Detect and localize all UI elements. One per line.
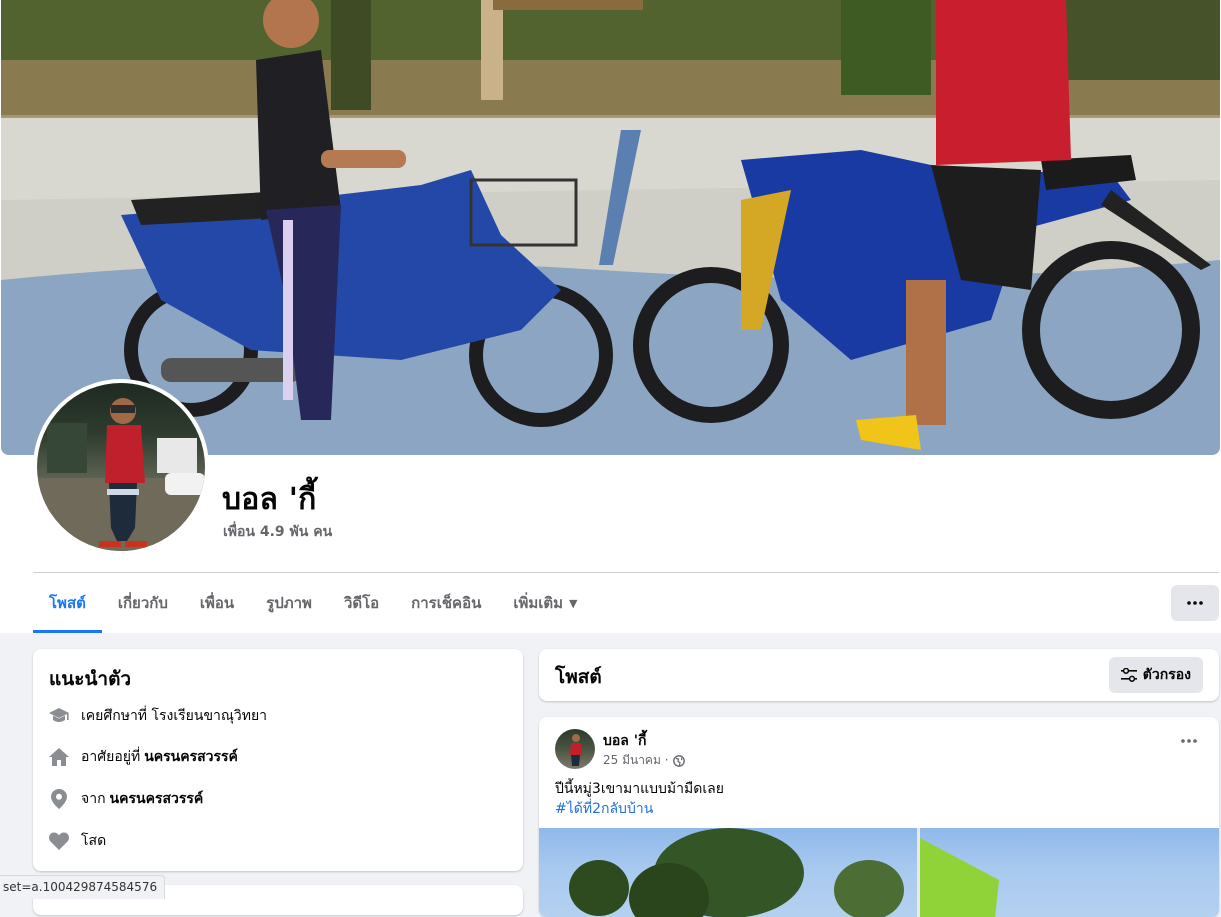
more-options-button[interactable] [1171, 585, 1219, 621]
tab-checkins[interactable]: การเช็คอิน [395, 573, 497, 633]
profile-name: บอล 'กี้ [222, 482, 317, 517]
friends-count[interactable]: เพื่อน 4.9 พัน คน [223, 521, 332, 543]
profile-avatar[interactable] [33, 379, 209, 555]
profile-tabs: โพสต์ เกี่ยวกับ เพื่อน รูปภาพ วิดีโอ การ… [33, 573, 593, 633]
intro-card: แนะนำตัว เคยศึกษาที่ โรงเรียนขาณุวิทยา อ… [33, 649, 523, 871]
tab-about[interactable]: เกี่ยวกับ [102, 573, 184, 633]
post-author-avatar[interactable] [555, 729, 595, 769]
lives-in-link[interactable]: นครนครสวรรค์ [144, 746, 238, 768]
posts-header-card: โพสต์ ตัวกรอง [539, 649, 1219, 701]
ellipsis-icon [1181, 739, 1197, 743]
post-hashtag[interactable]: #ได้ที่2กลับบ้าน [555, 798, 653, 820]
post-author-name[interactable]: บอล 'กี้ [603, 730, 647, 752]
globe-icon [672, 754, 685, 767]
tab-videos[interactable]: วิดีโอ [328, 573, 395, 633]
tab-more[interactable]: เพิ่มเติม ▼ [497, 573, 593, 633]
post-card: บอล 'กี้ 25 มีนาคม · ปีนี้หมู่3เขามาแบบม… [539, 717, 1219, 917]
home-icon [49, 747, 69, 767]
ellipsis-icon [1187, 601, 1203, 605]
post-date[interactable]: 25 มีนาคม · [603, 751, 669, 770]
tab-friends[interactable]: เพื่อน [184, 573, 250, 633]
post-image-illustration [569, 828, 999, 917]
intro-item-relationship: โสด [49, 830, 106, 852]
intro-title: แนะนำตัว [49, 668, 132, 690]
caret-down-icon: ▼ [569, 596, 578, 610]
filter-sliders-icon [1120, 668, 1137, 682]
post-meta: 25 มีนาคม · [603, 751, 685, 770]
graduation-cap-icon [49, 706, 69, 726]
location-pin-icon [49, 789, 69, 809]
post-options-button[interactable] [1181, 739, 1197, 743]
hometown-link[interactable]: นครนครสวรรค์ [110, 788, 204, 810]
heart-icon [49, 831, 69, 851]
tab-photos[interactable]: รูปภาพ [250, 573, 328, 633]
profile-picture [37, 383, 205, 551]
posts-title: โพสต์ [555, 666, 602, 688]
status-bar-url: set=a.100429874584576 [0, 875, 166, 899]
intro-item-lives-in: อาศัยอยู่ที่ นครนครสวรรค์ [49, 746, 238, 768]
filter-button[interactable]: ตัวกรอง [1108, 657, 1203, 693]
intro-item-education: เคยศึกษาที่ โรงเรียนขาณุวิทยา [49, 705, 267, 727]
intro-item-from: จาก นครนครสวรรค์ [49, 788, 203, 810]
post-image[interactable] [539, 828, 1219, 917]
post-text: ปีนี้หมู่3เขามาแบบม้ามืดเลย [555, 781, 724, 797]
tab-posts[interactable]: โพสต์ [33, 573, 102, 633]
